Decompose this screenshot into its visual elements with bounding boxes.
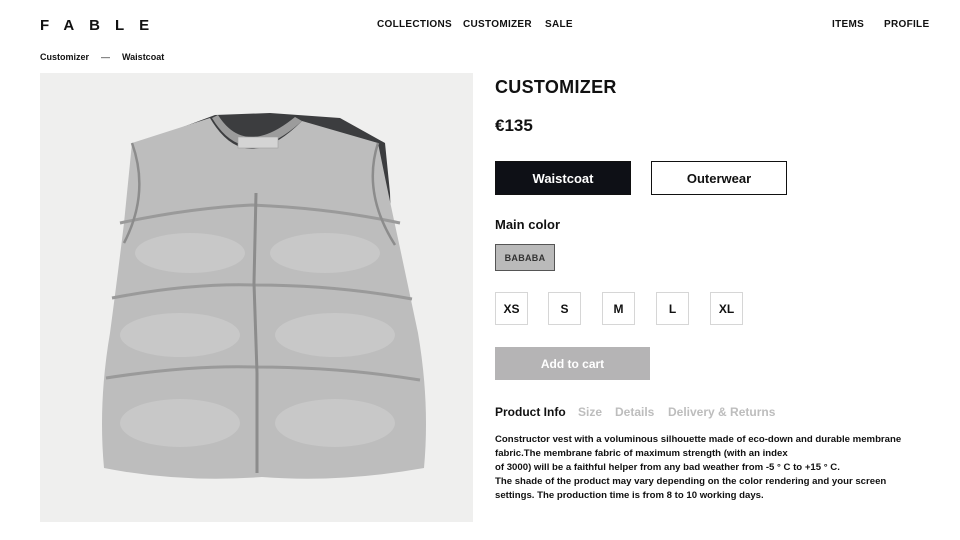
description-line: fabric.The membrane fabric of maximum st… [495, 448, 788, 459]
tab-delivery-returns[interactable]: Delivery & Returns [668, 405, 775, 419]
brand-logo[interactable]: FABLE [40, 17, 164, 34]
nav-customizer[interactable]: CUSTOMIZER [463, 19, 532, 30]
tab-size[interactable]: Size [578, 405, 602, 419]
main-color-label: Main color [495, 217, 561, 232]
breadcrumb-current: Waistcoat [122, 52, 165, 62]
breadcrumb-root[interactable]: Customizer [40, 52, 89, 62]
description-line: of 3000) will be a faithful helper from … [495, 462, 840, 473]
product-price: €135 [495, 116, 533, 135]
size-xs-button[interactable]: XS [495, 292, 528, 325]
variant-waistcoat-button[interactable]: Waistcoat [495, 161, 631, 195]
breadcrumb: Customizer — Waistcoat [40, 52, 164, 62]
breadcrumb-separator: — [101, 52, 111, 62]
size-m-button[interactable]: M [602, 292, 635, 325]
add-to-cart-button[interactable]: Add to cart [495, 347, 650, 380]
nav-profile[interactable]: PROFILE [884, 19, 929, 30]
description-line: Constructor vest with a voluminous silho… [495, 434, 902, 445]
color-swatch[interactable]: BABABA [495, 244, 555, 271]
waistcoat-illustration [102, 113, 426, 479]
product-image [40, 73, 473, 522]
nav-sale[interactable]: SALE [545, 19, 573, 30]
tab-details[interactable]: Details [615, 405, 654, 419]
tab-product-info[interactable]: Product Info [495, 405, 566, 419]
description-line: The shade of the product may vary depend… [495, 476, 887, 487]
size-s-button[interactable]: S [548, 292, 581, 325]
nav-collections[interactable]: COLLECTIONS [377, 19, 452, 30]
product-description: Constructor vest with a voluminous silho… [495, 433, 915, 503]
description-line: settings. The production time is from 8 … [495, 490, 764, 501]
variant-outerwear-button[interactable]: Outerwear [651, 161, 787, 195]
product-title: CUSTOMIZER [495, 77, 617, 97]
nav-items[interactable]: ITEMS [832, 19, 864, 30]
size-l-button[interactable]: L [656, 292, 689, 325]
size-xl-button[interactable]: XL [710, 292, 743, 325]
